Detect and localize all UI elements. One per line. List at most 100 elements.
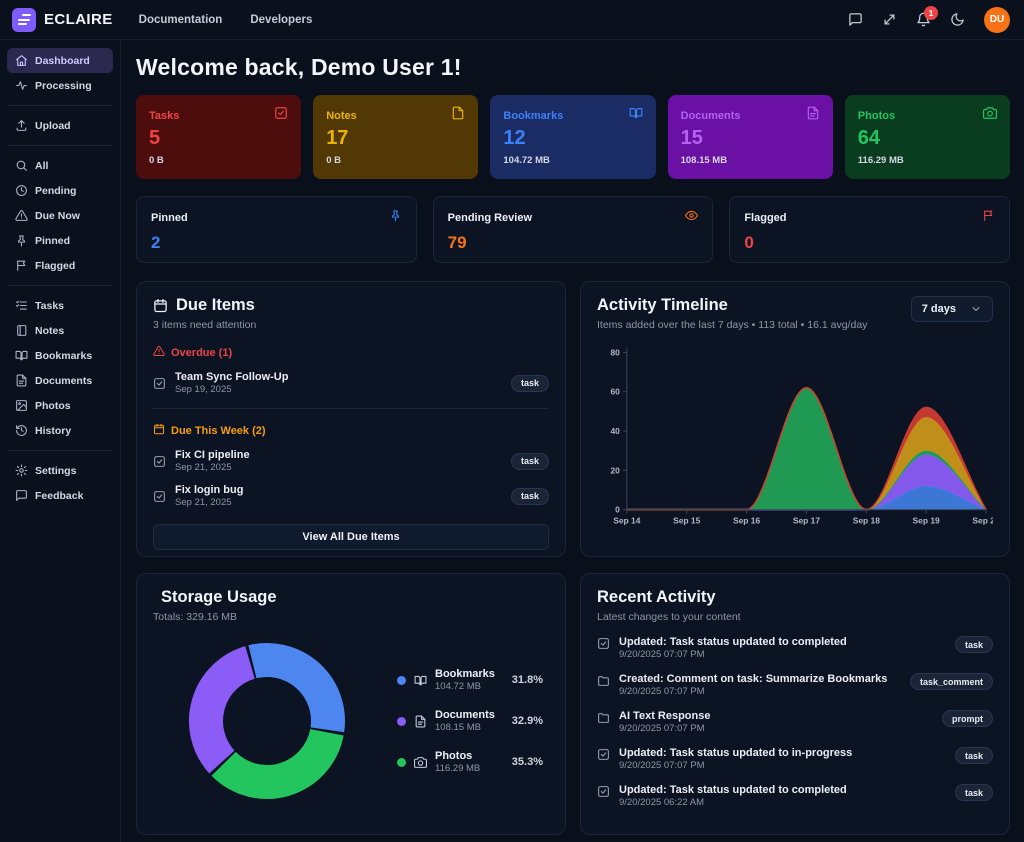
check-square-icon: [153, 490, 166, 503]
sidebar-item-documents[interactable]: Documents: [7, 368, 113, 393]
quick-stat-label: Pinned: [151, 212, 188, 224]
legend-size: 116.29 MB: [435, 763, 480, 774]
sidebar-item-upload[interactable]: Upload: [7, 113, 113, 138]
sidebar-item-pinned[interactable]: Pinned: [7, 228, 113, 253]
activity-item-timestamp: 9/20/2025 07:07 PM: [619, 723, 933, 734]
sidebar-item-history[interactable]: History: [7, 418, 113, 443]
sidebar-item-tasks[interactable]: Tasks: [7, 293, 113, 318]
storage-legend: Bookmarks 104.72 MB 31.8% Documents 108.…: [397, 668, 549, 774]
top-nav: Documentation Developers: [139, 14, 313, 26]
stat-card-photos[interactable]: Photos 64 116.29 MB: [845, 95, 1010, 179]
pin-icon: [15, 234, 28, 247]
activity-item-title: AI Text Response: [619, 710, 933, 722]
quick-stats-row: Pinned 2 Pending Review 79 Flagged 0: [136, 196, 1010, 263]
stat-card-bookmarks[interactable]: Bookmarks 12 104.72 MB: [490, 95, 655, 179]
theme-toggle-button[interactable]: [950, 12, 965, 27]
sidebar-item-notes[interactable]: Notes: [7, 318, 113, 343]
upload-icon: [15, 119, 28, 132]
search-icon: [15, 159, 28, 172]
activity-timeline-panel: Activity Timeline Items added over the l…: [580, 281, 1010, 557]
stat-card-tasks[interactable]: Tasks 5 0 B: [136, 95, 301, 179]
brand[interactable]: ECLAIRE: [12, 8, 113, 32]
stat-card-size: 104.72 MB: [503, 155, 642, 166]
file-text-icon: [414, 715, 427, 728]
chevron-down-icon: [970, 303, 982, 315]
stat-card-size: 116.29 MB: [858, 155, 997, 166]
svg-text:Sep 18: Sep 18: [853, 516, 881, 526]
sidebar-item-settings[interactable]: Settings: [7, 458, 113, 483]
sidebar-item-label: Pinned: [35, 235, 70, 247]
nav-link-documentation[interactable]: Documentation: [139, 14, 223, 26]
sidebar-item-due-now[interactable]: Due Now: [7, 203, 113, 228]
due-item[interactable]: Fix CI pipeline Sep 21, 2025 task: [153, 449, 549, 473]
nav-link-developers[interactable]: Developers: [250, 14, 312, 26]
legend-color-dot: [397, 676, 406, 685]
recent-activity-item[interactable]: Updated: Task status updated to in-progr…: [597, 747, 993, 771]
moon-icon: [950, 12, 965, 27]
sidebar-item-dashboard[interactable]: Dashboard: [7, 48, 113, 73]
quick-stat-flagged[interactable]: Flagged 0: [729, 196, 1010, 263]
due-section: Overdue (1) Team Sync Follow-Up Sep 19, …: [153, 345, 549, 409]
sidebar-item-label: Tasks: [35, 300, 64, 312]
due-item[interactable]: Team Sync Follow-Up Sep 19, 2025 task: [153, 371, 549, 395]
quick-stat-pinned[interactable]: Pinned 2: [136, 196, 417, 263]
expand-button[interactable]: [882, 12, 897, 27]
quick-stat-value: 2: [151, 233, 402, 253]
timeline-range-select[interactable]: 7 days: [911, 296, 993, 322]
alert-triangle-icon: [153, 345, 165, 357]
stat-card-documents[interactable]: Documents 15 108.15 MB: [668, 95, 833, 179]
recent-activity-item[interactable]: Updated: Task status updated to complete…: [597, 784, 993, 808]
legend-percentage: 35.3%: [512, 756, 543, 768]
activity-item-timestamp: 9/20/2025 07:07 PM: [619, 686, 901, 697]
recent-activity-item[interactable]: Created: Comment on task: Summarize Book…: [597, 673, 993, 697]
top-bar: ECLAIRE Documentation Developers 1 DU: [0, 0, 1024, 40]
sidebar-item-label: Upload: [35, 120, 71, 132]
user-avatar[interactable]: DU: [984, 7, 1010, 33]
activity-item-title: Created: Comment on task: Summarize Book…: [619, 673, 901, 685]
stat-card-value: 15: [681, 127, 820, 150]
sidebar-item-photos[interactable]: Photos: [7, 393, 113, 418]
sidebar-item-label: Processing: [35, 80, 92, 92]
sidebar-item-pending[interactable]: Pending: [7, 178, 113, 203]
sidebar-item-flagged[interactable]: Flagged: [7, 253, 113, 278]
notifications-button[interactable]: 1: [916, 12, 931, 27]
sidebar-item-bookmarks[interactable]: Bookmarks: [7, 343, 113, 368]
due-items-panel: Due Items 3 items need attention Overdue…: [136, 281, 566, 557]
sidebar-item-label: Due Now: [35, 210, 80, 222]
sidebar-item-feedback[interactable]: Feedback: [7, 483, 113, 508]
image-icon: [15, 399, 28, 412]
alert-triangle-icon: [15, 209, 28, 222]
quick-stat-value: 79: [448, 233, 699, 253]
check-square-icon: [153, 455, 166, 468]
svg-text:Sep 20: Sep 20: [972, 516, 993, 526]
sidebar-item-processing[interactable]: Processing: [7, 73, 113, 98]
stat-card-size: 0 B: [149, 155, 288, 166]
feedback-chat-button[interactable]: [848, 12, 863, 27]
due-item-type-badge: task: [511, 375, 549, 392]
page-title: Welcome back, Demo User 1!: [136, 54, 1010, 81]
quick-stat-pending-review[interactable]: Pending Review 79: [433, 196, 714, 263]
stat-card-label: Tasks: [149, 110, 179, 122]
stat-card-notes[interactable]: Notes 17 0 B: [313, 95, 478, 179]
recent-activity-item[interactable]: AI Text Response 9/20/2025 07:07 PM prom…: [597, 710, 993, 734]
stat-card-label: Photos: [858, 110, 895, 122]
due-section-label: Due This Week (2): [171, 425, 266, 437]
home-icon: [15, 54, 28, 67]
view-all-due-items-button[interactable]: View All Due Items: [153, 524, 549, 550]
due-item-date: Sep 19, 2025: [175, 384, 502, 395]
recent-activity-item[interactable]: Updated: Task status updated to complete…: [597, 636, 993, 660]
sidebar-item-all[interactable]: All: [7, 153, 113, 178]
file-text-icon: [806, 106, 820, 120]
sidebar-item-label: Photos: [35, 400, 71, 412]
storage-legend-item-documents: Documents 108.15 MB 32.9%: [397, 709, 543, 733]
activity-item-timestamp: 9/20/2025 06:22 AM: [619, 797, 946, 808]
due-item[interactable]: Fix login bug Sep 21, 2025 task: [153, 484, 549, 508]
due-section: Due This Week (2) Fix CI pipeline Sep 21…: [153, 423, 549, 508]
legend-name: Photos: [435, 750, 480, 762]
storage-title-row: Storage Usage: [153, 588, 549, 607]
activity-item-timestamp: 9/20/2025 07:07 PM: [619, 760, 946, 771]
due-item-type-badge: task: [511, 488, 549, 505]
activity-item-type-badge: prompt: [942, 710, 993, 727]
storage-usage-panel: Storage Usage Totals: 329.16 MB Bookmark…: [136, 573, 566, 835]
book-open-icon: [414, 674, 427, 687]
